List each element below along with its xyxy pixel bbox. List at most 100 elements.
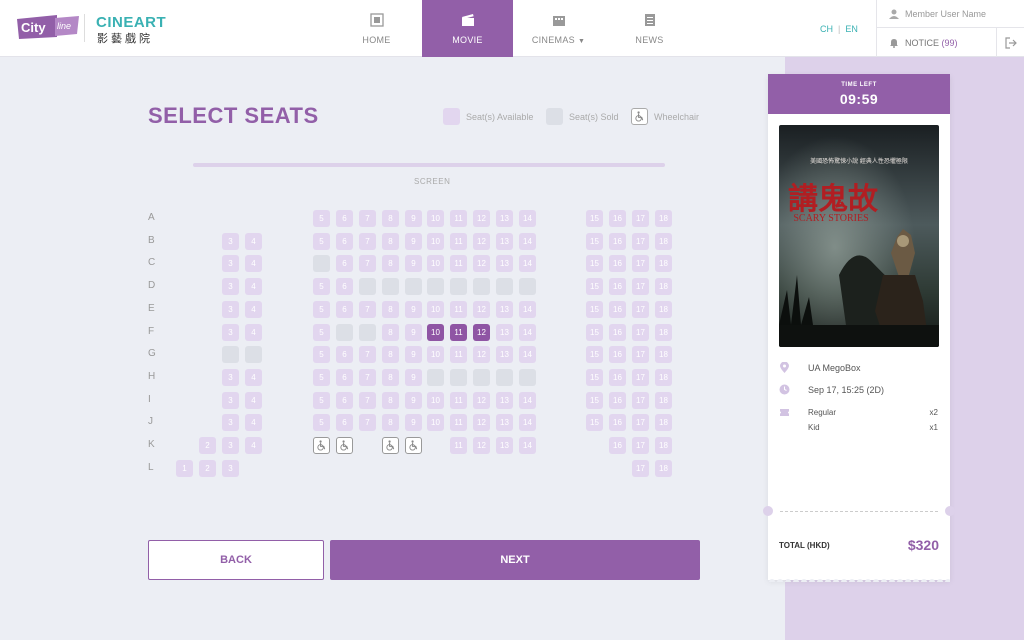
seat-c8[interactable]: 8 bbox=[382, 255, 399, 272]
seat-j5[interactable]: 5 bbox=[313, 414, 330, 431]
seat-b8[interactable]: 8 bbox=[382, 233, 399, 250]
seat-f8[interactable]: 8 bbox=[382, 324, 399, 341]
seat-c13[interactable]: 13 bbox=[496, 255, 513, 272]
seat-e7[interactable]: 7 bbox=[359, 301, 376, 318]
nav-home[interactable]: HOME bbox=[331, 0, 422, 57]
seat-c12[interactable]: 12 bbox=[473, 255, 490, 272]
seat-k2[interactable]: 2 bbox=[199, 437, 216, 454]
seat-k5[interactable] bbox=[313, 437, 330, 454]
seat-i13[interactable]: 13 bbox=[496, 392, 513, 409]
seat-i11[interactable]: 11 bbox=[450, 392, 467, 409]
seat-a9[interactable]: 9 bbox=[405, 210, 422, 227]
member-account[interactable]: Member User Name bbox=[877, 0, 1024, 28]
seat-i8[interactable]: 8 bbox=[382, 392, 399, 409]
seat-c15[interactable]: 15 bbox=[586, 255, 603, 272]
seat-e11[interactable]: 11 bbox=[450, 301, 467, 318]
seat-j11[interactable]: 11 bbox=[450, 414, 467, 431]
seat-d5[interactable]: 5 bbox=[313, 278, 330, 295]
seat-b5[interactable]: 5 bbox=[313, 233, 330, 250]
seat-i3[interactable]: 3 bbox=[222, 392, 239, 409]
seat-i14[interactable]: 14 bbox=[519, 392, 536, 409]
seat-i17[interactable]: 17 bbox=[632, 392, 649, 409]
seat-h6[interactable]: 6 bbox=[336, 369, 353, 386]
notice-link[interactable]: NOTICE (99) bbox=[877, 28, 997, 57]
seat-i9[interactable]: 9 bbox=[405, 392, 422, 409]
seat-k11[interactable]: 11 bbox=[450, 437, 467, 454]
seat-j8[interactable]: 8 bbox=[382, 414, 399, 431]
seat-e17[interactable]: 17 bbox=[632, 301, 649, 318]
seat-j14[interactable]: 14 bbox=[519, 414, 536, 431]
seat-h5[interactable]: 5 bbox=[313, 369, 330, 386]
seat-i18[interactable]: 18 bbox=[655, 392, 672, 409]
seat-a18[interactable]: 18 bbox=[655, 210, 672, 227]
cityline-logo[interactable]: City line bbox=[17, 15, 79, 41]
seat-a16[interactable]: 16 bbox=[609, 210, 626, 227]
seat-k17[interactable]: 17 bbox=[632, 437, 649, 454]
seat-a12[interactable]: 12 bbox=[473, 210, 490, 227]
seat-l2[interactable]: 2 bbox=[199, 460, 216, 477]
cineart-logo[interactable]: CINEART 影藝戲院 bbox=[96, 14, 166, 45]
seat-i16[interactable]: 16 bbox=[609, 392, 626, 409]
seat-k18[interactable]: 18 bbox=[655, 437, 672, 454]
seat-l18[interactable]: 18 bbox=[655, 460, 672, 477]
seat-i6[interactable]: 6 bbox=[336, 392, 353, 409]
seat-b12[interactable]: 12 bbox=[473, 233, 490, 250]
seat-b4[interactable]: 4 bbox=[245, 233, 262, 250]
seat-i7[interactable]: 7 bbox=[359, 392, 376, 409]
seat-f4[interactable]: 4 bbox=[245, 324, 262, 341]
seat-a5[interactable]: 5 bbox=[313, 210, 330, 227]
nav-cinemas[interactable]: CINEMAS ▼ bbox=[513, 0, 604, 57]
seat-e13[interactable]: 13 bbox=[496, 301, 513, 318]
seat-j6[interactable]: 6 bbox=[336, 414, 353, 431]
seat-a14[interactable]: 14 bbox=[519, 210, 536, 227]
seat-a13[interactable]: 13 bbox=[496, 210, 513, 227]
seat-e8[interactable]: 8 bbox=[382, 301, 399, 318]
seat-g18[interactable]: 18 bbox=[655, 346, 672, 363]
seat-e18[interactable]: 18 bbox=[655, 301, 672, 318]
seat-b11[interactable]: 11 bbox=[450, 233, 467, 250]
seat-g10[interactable]: 10 bbox=[427, 346, 444, 363]
seat-i4[interactable]: 4 bbox=[245, 392, 262, 409]
seat-l3[interactable]: 3 bbox=[222, 460, 239, 477]
seat-e9[interactable]: 9 bbox=[405, 301, 422, 318]
seat-e5[interactable]: 5 bbox=[313, 301, 330, 318]
seat-j3[interactable]: 3 bbox=[222, 414, 239, 431]
seat-j15[interactable]: 15 bbox=[586, 414, 603, 431]
seat-j9[interactable]: 9 bbox=[405, 414, 422, 431]
seat-a6[interactable]: 6 bbox=[336, 210, 353, 227]
seat-g15[interactable]: 15 bbox=[586, 346, 603, 363]
seat-h3[interactable]: 3 bbox=[222, 369, 239, 386]
seat-a8[interactable]: 8 bbox=[382, 210, 399, 227]
seat-h15[interactable]: 15 bbox=[586, 369, 603, 386]
seat-c11[interactable]: 11 bbox=[450, 255, 467, 272]
seat-c3[interactable]: 3 bbox=[222, 255, 239, 272]
seat-h7[interactable]: 7 bbox=[359, 369, 376, 386]
seat-j13[interactable]: 13 bbox=[496, 414, 513, 431]
seat-b6[interactable]: 6 bbox=[336, 233, 353, 250]
seat-f15[interactable]: 15 bbox=[586, 324, 603, 341]
seat-f5[interactable]: 5 bbox=[313, 324, 330, 341]
seat-a15[interactable]: 15 bbox=[586, 210, 603, 227]
seat-j4[interactable]: 4 bbox=[245, 414, 262, 431]
seat-k3[interactable]: 3 bbox=[222, 437, 239, 454]
seat-k14[interactable]: 14 bbox=[519, 437, 536, 454]
seat-b15[interactable]: 15 bbox=[586, 233, 603, 250]
seat-d15[interactable]: 15 bbox=[586, 278, 603, 295]
seat-k16[interactable]: 16 bbox=[609, 437, 626, 454]
seat-g16[interactable]: 16 bbox=[609, 346, 626, 363]
seat-d4[interactable]: 4 bbox=[245, 278, 262, 295]
seat-h17[interactable]: 17 bbox=[632, 369, 649, 386]
seat-d3[interactable]: 3 bbox=[222, 278, 239, 295]
seat-c7[interactable]: 7 bbox=[359, 255, 376, 272]
seat-j16[interactable]: 16 bbox=[609, 414, 626, 431]
seat-f11[interactable]: 11 bbox=[450, 324, 467, 341]
logout-icon[interactable] bbox=[1005, 37, 1017, 49]
seat-a10[interactable]: 10 bbox=[427, 210, 444, 227]
seat-j7[interactable]: 7 bbox=[359, 414, 376, 431]
seat-e3[interactable]: 3 bbox=[222, 301, 239, 318]
seat-h16[interactable]: 16 bbox=[609, 369, 626, 386]
seat-b16[interactable]: 16 bbox=[609, 233, 626, 250]
seat-d16[interactable]: 16 bbox=[609, 278, 626, 295]
seat-f3[interactable]: 3 bbox=[222, 324, 239, 341]
seat-g13[interactable]: 13 bbox=[496, 346, 513, 363]
